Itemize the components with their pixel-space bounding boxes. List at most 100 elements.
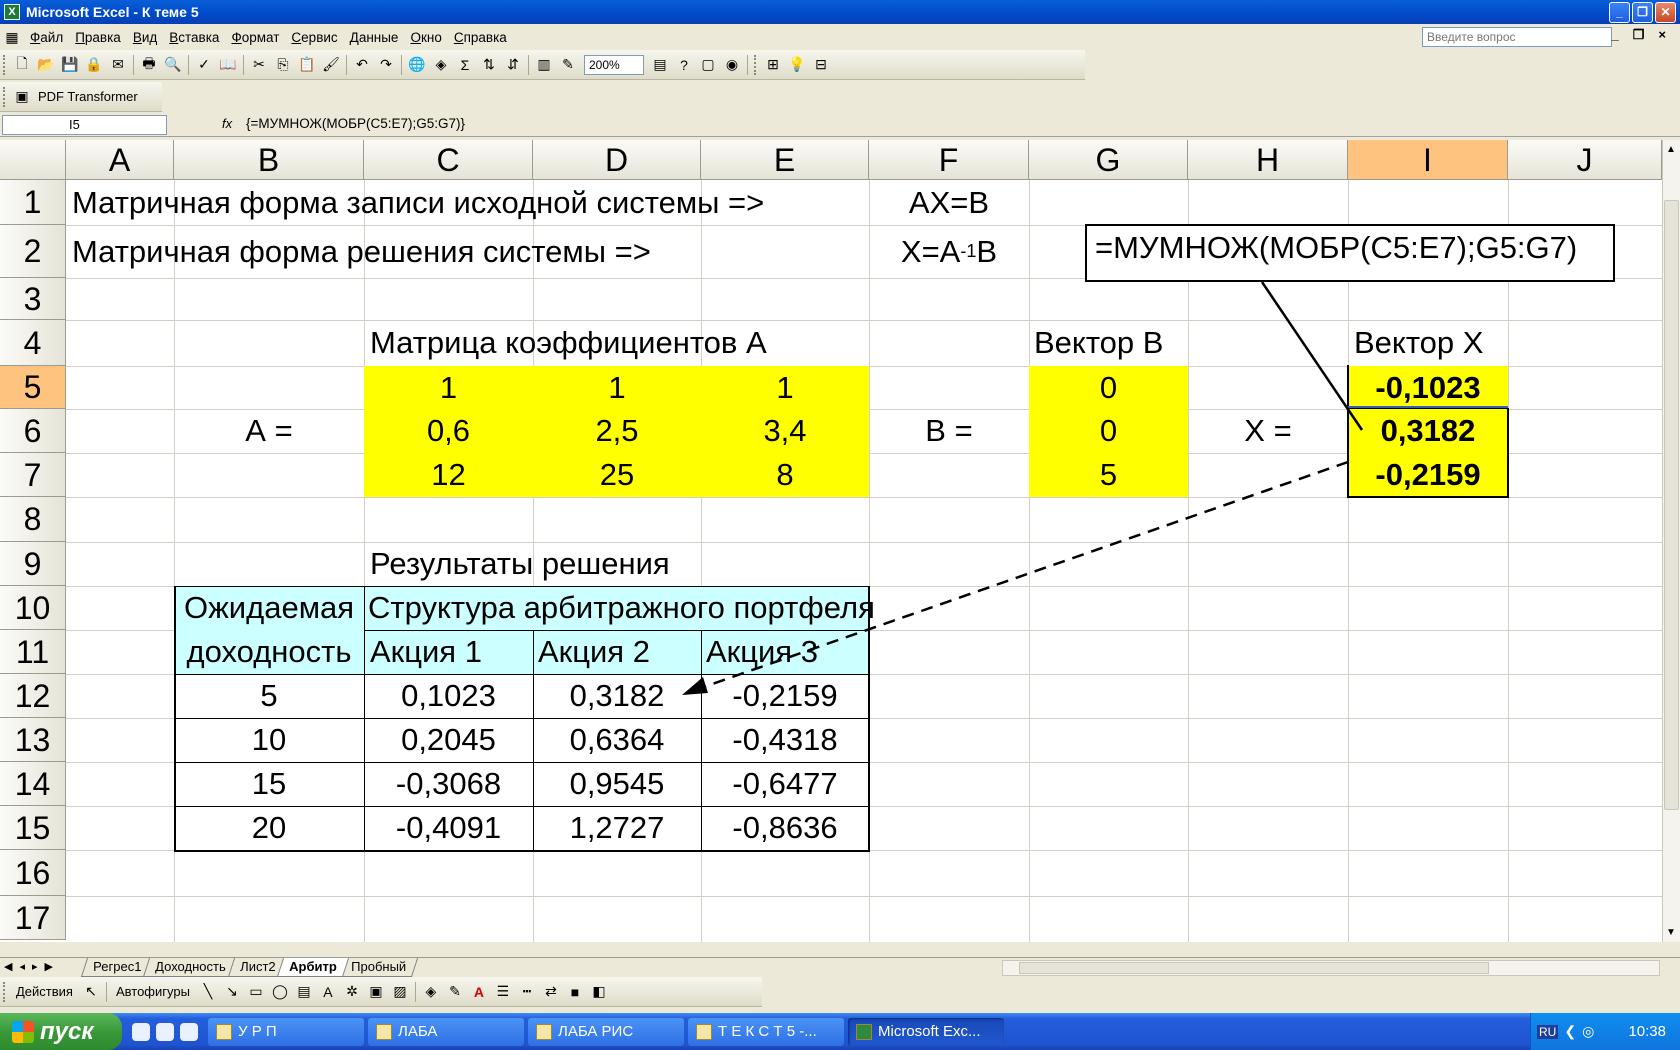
horizontal-scrollbar[interactable] [1002, 960, 1660, 976]
arrow-style-icon[interactable]: ⇄ [541, 982, 561, 1002]
ie-icon[interactable] [132, 1022, 150, 1041]
line-icon[interactable]: ╲ [198, 982, 218, 1002]
function-icon[interactable]: fx [222, 116, 232, 131]
help-icon[interactable]: ? [674, 55, 694, 75]
desktop-icon[interactable] [180, 1022, 198, 1041]
open-icon[interactable]: 📂 [36, 55, 56, 75]
undo-icon[interactable]: ↶ [352, 55, 372, 75]
task-laba[interactable]: ЛАБА [368, 1017, 524, 1046]
textbox-icon[interactable]: ▤ [294, 982, 314, 1002]
menu-data[interactable]: Данные [350, 30, 399, 45]
menu-window[interactable]: Окно [410, 30, 441, 45]
cut-icon[interactable]: ✂ [249, 55, 269, 75]
doc-restore-button[interactable]: ❐ [1633, 27, 1645, 43]
help-search-input[interactable]: Введите вопрос [1422, 27, 1612, 47]
language-indicator[interactable]: RU [1537, 1024, 1559, 1039]
spelling-icon[interactable]: ✓ [194, 55, 214, 75]
picture-icon[interactable]: ▨ [390, 982, 410, 1002]
doc-close-button[interactable]: × [1658, 27, 1666, 43]
toolbar-grip[interactable] [3, 54, 7, 75]
print-preview-icon[interactable]: 🔍 [163, 55, 183, 75]
rectangle-icon[interactable]: ▭ [246, 982, 266, 1002]
arrow-icon[interactable]: ↘ [222, 982, 242, 1002]
dash-style-icon[interactable]: ┅ [517, 982, 537, 1002]
autosum-icon[interactable]: Σ [455, 55, 475, 75]
draw-actions-menu[interactable]: Действия [16, 984, 73, 999]
tray-app-icon[interactable]: ◎ [1582, 1023, 1594, 1040]
menu-help[interactable]: Справка [454, 30, 507, 45]
close-button[interactable]: ✕ [1655, 2, 1676, 23]
pdf-transformer-button[interactable]: PDF Transformer [38, 89, 138, 104]
drawbar-grip[interactable] [3, 981, 7, 1002]
permission-icon[interactable]: 🔒 [84, 55, 104, 75]
maximize-button[interactable]: ❐ [1632, 2, 1653, 23]
line-color-icon[interactable]: ✎ [445, 982, 465, 1002]
vertical-scrollbar[interactable]: ▲ ▼ [1662, 140, 1680, 942]
sort-desc-icon[interactable]: ⇵ [503, 55, 523, 75]
clock[interactable]: 10:38 [1628, 1023, 1666, 1040]
autoshapes-menu[interactable]: Автофигуры [116, 984, 190, 999]
select-pointer-icon[interactable]: ↖ [81, 982, 101, 1002]
wordart-icon[interactable]: A [318, 982, 338, 1002]
clipart-icon[interactable]: ▣ [366, 982, 386, 1002]
task-urp[interactable]: У Р П [208, 1017, 364, 1046]
shadow-icon[interactable]: ■ [565, 982, 585, 1002]
name-box[interactable]: I5 [2, 115, 167, 135]
copy-icon[interactable]: ⎘ [273, 55, 293, 75]
chart-wizard-icon[interactable]: ▥ [534, 55, 554, 75]
zoom-select[interactable]: 200% [584, 54, 644, 75]
formula-input[interactable]: {=МУМНОЖ(МОБР(C5:E7);G5:G7)} [246, 116, 465, 131]
sheet-tab-arbitr[interactable]: Арбитр [277, 958, 350, 977]
print-icon[interactable]: 🖶 [139, 55, 159, 75]
sheet-icon[interactable]: ▢ [698, 55, 718, 75]
fill-bucket-icon[interactable]: ◈ [421, 982, 441, 1002]
email-icon[interactable]: ✉ [108, 55, 128, 75]
font-color-icon[interactable]: A [469, 982, 489, 1002]
toolbar-grip-2[interactable] [754, 54, 758, 75]
menu-view[interactable]: Вид [133, 30, 157, 45]
new-icon[interactable]: 🗋 [12, 55, 32, 75]
research-icon[interactable]: 📖 [218, 55, 238, 75]
table-icon[interactable]: ⊟ [811, 55, 831, 75]
line-style-icon[interactable]: ☰ [493, 982, 513, 1002]
drawing-icon[interactable]: ✎ [558, 55, 578, 75]
borders-icon[interactable]: ⊞ [763, 55, 783, 75]
diagram-icon[interactable]: ✲ [342, 982, 362, 1002]
hscroll-thumb[interactable] [1019, 962, 1489, 974]
redo-icon[interactable]: ↷ [376, 55, 396, 75]
save-icon[interactable]: 💾 [60, 55, 80, 75]
sheet-tab-regres1[interactable]: Регрес1 [80, 958, 154, 977]
task-excel[interactable]: Microsoft Exc... [848, 1017, 1004, 1046]
minimize-button[interactable]: _ [1609, 2, 1630, 23]
menu-insert[interactable]: Вставка [169, 30, 219, 45]
doc-minimize-button[interactable]: _ [1612, 27, 1619, 43]
menu-tools[interactable]: Сервис [291, 30, 337, 45]
task-laba-ris[interactable]: ЛАБА РИС [528, 1017, 684, 1046]
lightbulb-icon[interactable]: 💡 [787, 55, 807, 75]
sheet-tab-probny[interactable]: Пробный [338, 958, 419, 977]
sort-asc-icon[interactable]: ⇅ [479, 55, 499, 75]
calculator-icon[interactable]: ▤ [650, 55, 670, 75]
tab-nav-arrows-icon[interactable]: ◀◂▸▶ [4, 960, 60, 973]
hyperlink-icon[interactable]: 🌐 [407, 55, 427, 75]
firefox-icon[interactable] [156, 1022, 174, 1041]
scroll-up-icon[interactable]: ▲ [1666, 144, 1676, 155]
sheet-tab-dohodnost[interactable]: Доходность [143, 958, 238, 977]
start-button[interactable]: пуск [0, 1013, 122, 1050]
workbook-icon[interactable]: ▦ [2, 27, 22, 47]
pdf-toolbar-grip[interactable] [3, 86, 7, 107]
task-tekst5[interactable]: Т Е К С Т 5 -... [688, 1017, 844, 1046]
menu-format[interactable]: Формат [231, 30, 279, 45]
scroll-down-icon[interactable]: ▼ [1666, 927, 1676, 938]
spreadsheet-grid[interactable]: A B C D E F G H I J 1 2 3 4 5 6 7 8 9 10… [0, 140, 1662, 942]
menu-file[interactable]: Файл [30, 30, 63, 45]
format-painter-icon[interactable]: 🖌 [321, 55, 341, 75]
fill-color-icon[interactable]: ◈ [431, 55, 451, 75]
record-icon[interactable]: ◉ [722, 55, 742, 75]
oval-icon[interactable]: ◯ [270, 982, 290, 1002]
3d-icon[interactable]: ◧ [589, 982, 609, 1002]
paste-icon[interactable]: 📋 [297, 55, 317, 75]
menu-edit[interactable]: Правка [75, 30, 121, 45]
scroll-thumb[interactable] [1664, 200, 1679, 810]
tray-arrow-icon[interactable]: ❮ [1564, 1023, 1576, 1040]
